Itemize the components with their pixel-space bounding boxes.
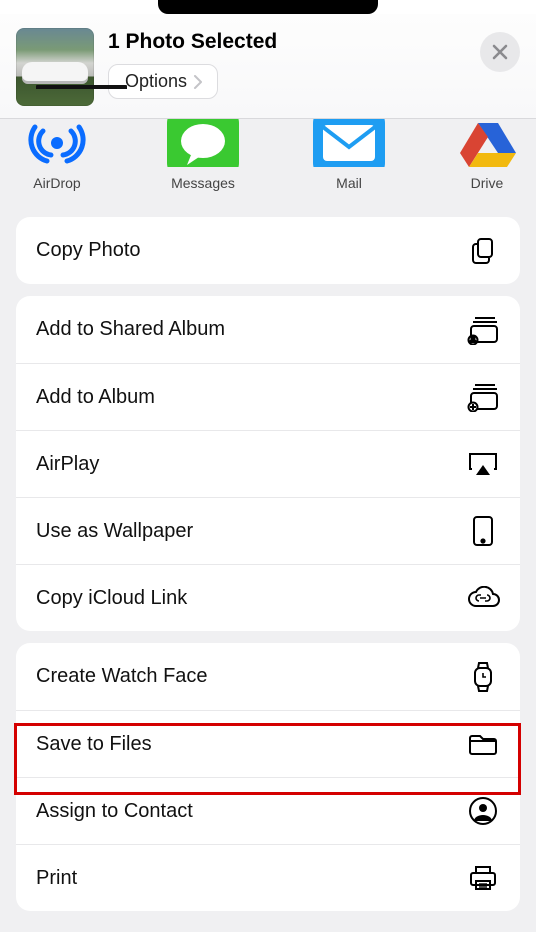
- share-target-airdrop[interactable]: AirDrop: [14, 119, 100, 191]
- action-group-2: Add to Shared Album Add to Album AirPlay: [16, 296, 520, 631]
- watch-icon: [466, 660, 500, 694]
- selected-photo-thumbnail[interactable]: [16, 28, 94, 106]
- phone-icon: [466, 514, 500, 548]
- mail-icon: [313, 119, 385, 167]
- share-sheet-header: 1 Photo Selected Options: [0, 14, 536, 119]
- airdrop-icon: [21, 119, 93, 167]
- add-album-icon: [466, 380, 500, 414]
- action-add-album[interactable]: Add to Album: [16, 363, 520, 430]
- copy-icon: [466, 234, 500, 268]
- action-label: Copy iCloud Link: [36, 587, 187, 610]
- action-label: Save to Files: [36, 733, 152, 756]
- action-print[interactable]: Print: [16, 844, 520, 911]
- close-icon: [492, 44, 508, 60]
- action-label: Print: [36, 867, 77, 890]
- shared-album-icon: [466, 313, 500, 347]
- action-label: Use as Wallpaper: [36, 520, 193, 543]
- close-button[interactable]: [480, 32, 520, 72]
- share-target-mail[interactable]: Mail: [306, 119, 392, 191]
- action-label: Copy Photo: [36, 239, 141, 262]
- share-label: Mail: [306, 175, 392, 191]
- share-label: Drive: [452, 175, 522, 191]
- share-label: Messages: [160, 175, 246, 191]
- action-airplay[interactable]: AirPlay: [16, 430, 520, 497]
- header-title: 1 Photo Selected: [108, 30, 480, 54]
- share-targets-row: AirDrop Messages Mail: [0, 119, 536, 205]
- action-label: Add to Album: [36, 386, 155, 409]
- folder-icon: [466, 727, 500, 761]
- drive-icon: [452, 119, 524, 167]
- action-watch-face[interactable]: Create Watch Face: [16, 643, 520, 710]
- action-copy-icloud[interactable]: Copy iCloud Link: [16, 564, 520, 631]
- chevron-right-icon: [193, 75, 203, 89]
- action-group-1: Copy Photo: [16, 217, 520, 284]
- printer-icon: [466, 861, 500, 895]
- action-group-3: Create Watch Face Save to Files Assign t…: [16, 643, 520, 911]
- action-assign-contact[interactable]: Assign to Contact: [16, 777, 520, 844]
- action-save-files[interactable]: Save to Files: [16, 710, 520, 777]
- action-copy-photo[interactable]: Copy Photo: [16, 217, 520, 284]
- action-label: Add to Shared Album: [36, 318, 225, 341]
- status-bar: [0, 0, 536, 14]
- options-label: Options: [125, 71, 187, 92]
- contact-icon: [466, 794, 500, 828]
- share-target-messages[interactable]: Messages: [160, 119, 246, 191]
- airplay-icon: [466, 447, 500, 481]
- action-label: Assign to Contact: [36, 800, 193, 823]
- icloud-link-icon: [466, 581, 500, 615]
- action-label: Create Watch Face: [36, 665, 208, 688]
- messages-icon: [167, 119, 239, 167]
- options-button[interactable]: Options: [108, 64, 218, 99]
- action-add-shared-album[interactable]: Add to Shared Album: [16, 296, 520, 363]
- action-wallpaper[interactable]: Use as Wallpaper: [16, 497, 520, 564]
- share-target-drive[interactable]: Drive: [452, 119, 522, 191]
- share-label: AirDrop: [14, 175, 100, 191]
- action-label: AirPlay: [36, 453, 99, 476]
